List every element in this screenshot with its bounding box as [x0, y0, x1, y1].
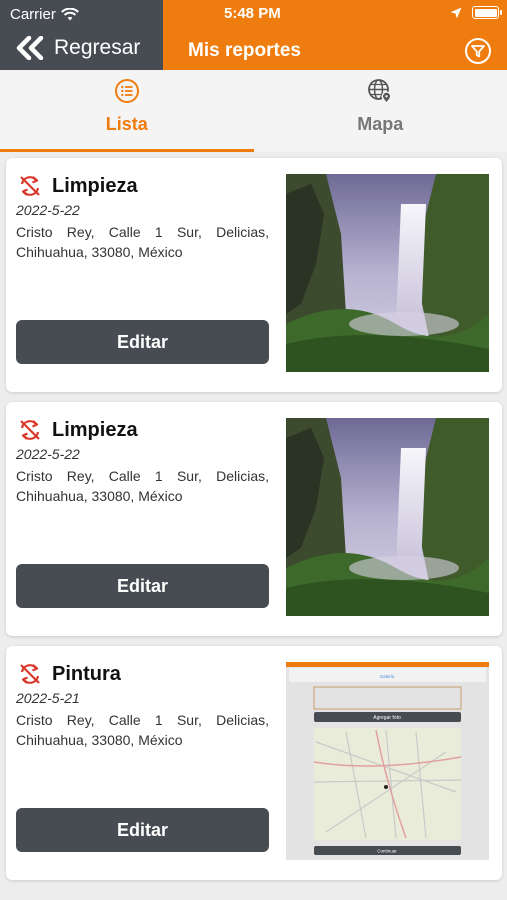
- double-chevron-left-icon: [16, 36, 44, 60]
- tab-label: Lista: [105, 114, 148, 134]
- report-header: Pintura: [18, 662, 121, 686]
- filter-button[interactable]: [465, 38, 491, 64]
- tab-mapa[interactable]: Mapa: [254, 70, 507, 152]
- carrier-label: Carrier: [10, 6, 56, 23]
- list-icon: [114, 79, 139, 103]
- view-tabs: Lista Mapa: [0, 70, 507, 152]
- report-address: Cristo Rey, Calle 1 Sur, Delicias, Chihu…: [16, 224, 269, 260]
- report-photo[interactable]: [286, 174, 489, 372]
- report-photo[interactable]: [286, 418, 489, 616]
- report-type: Limpieza: [52, 418, 138, 441]
- report-type: Pintura: [52, 662, 121, 685]
- image-tab-text: Galería: [380, 674, 395, 679]
- report-type-icon: [20, 664, 40, 684]
- report-photo[interactable]: Galería Agregar foto Continuar: [286, 662, 489, 860]
- battery-icon: [472, 6, 502, 19]
- location-arrow-icon: [450, 7, 462, 18]
- globe-pin-icon: [368, 79, 392, 102]
- report-date: 2022-5-22: [16, 202, 80, 218]
- report-type: Limpieza: [52, 174, 138, 197]
- status-bar: Carrier 5:48 PM: [0, 0, 507, 28]
- edit-button[interactable]: Editar: [16, 808, 269, 852]
- tab-lista[interactable]: Lista: [0, 70, 254, 152]
- filter-icon: [471, 45, 485, 58]
- status-time: 5:48 PM: [224, 5, 281, 22]
- report-card: Limpieza 2022-5-22 Cristo Rey, Calle 1 S…: [6, 158, 502, 392]
- report-card: Limpieza 2022-5-22 Cristo Rey, Calle 1 S…: [6, 402, 502, 636]
- image-button-text: Agregar foto: [373, 715, 401, 721]
- report-date: 2022-5-21: [16, 690, 80, 706]
- report-type-icon: [20, 420, 40, 440]
- report-type-icon: [20, 176, 40, 196]
- report-header: Limpieza: [18, 418, 138, 442]
- edit-button[interactable]: Editar: [16, 564, 269, 608]
- report-card: Pintura 2022-5-21 Cristo Rey, Calle 1 Su…: [6, 646, 502, 880]
- edit-button[interactable]: Editar: [16, 320, 269, 364]
- report-address: Cristo Rey, Calle 1 Sur, Delicias, Chihu…: [16, 468, 269, 504]
- report-header: Limpieza: [18, 174, 138, 198]
- back-label: Regresar: [54, 36, 141, 59]
- status-right-icons: [450, 6, 502, 19]
- page-title: Mis reportes: [188, 40, 301, 61]
- carrier-info: Carrier: [10, 6, 79, 23]
- image-button-text: Continuar: [377, 849, 397, 854]
- report-address: Cristo Rey, Calle 1 Sur, Delicias, Chihu…: [16, 712, 269, 748]
- wifi-icon: [60, 8, 79, 21]
- report-date: 2022-5-22: [16, 446, 80, 462]
- tab-label: Mapa: [357, 114, 404, 134]
- back-button[interactable]: Regresar: [16, 36, 140, 60]
